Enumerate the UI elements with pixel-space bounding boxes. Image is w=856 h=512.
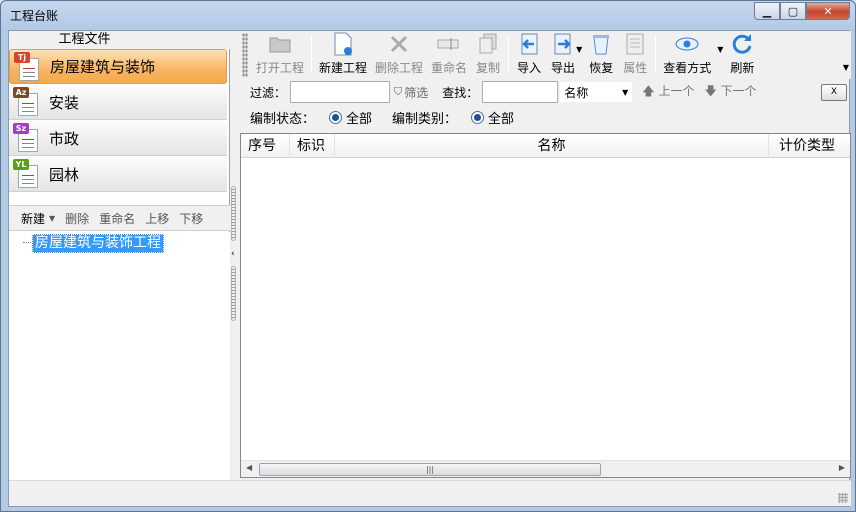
grid-header: 序号 标识 名称 计价类型 [241, 134, 850, 158]
main-window: 工程台账 ▁ ▢ ✕ 工程文件 Tj 房屋建筑与装饰 Az 安装 Sz 市政 Y… [0, 0, 856, 512]
state-label: 编制状态： [250, 111, 316, 127]
properties-button[interactable]: 属性 [618, 31, 652, 77]
refresh-button[interactable]: 刷新 [725, 31, 759, 77]
horizontal-scrollbar[interactable]: ◀ ||| ▶ [241, 460, 850, 477]
category-tj[interactable]: Tj 房屋建筑与装饰 [9, 49, 227, 84]
scroll-right-icon[interactable]: ▶ [839, 463, 845, 472]
folder-icon [267, 31, 293, 57]
properties-icon [622, 31, 648, 57]
category-sz[interactable]: Sz 市政 [9, 121, 227, 156]
minimize-button[interactable]: ▁ [754, 2, 780, 20]
panel-splitter[interactable]: ‹ [230, 186, 237, 324]
filter-label: 过滤： [250, 85, 287, 100]
tree-toolbar: 新建 ▼ 删除 重命名 上移 下移 [9, 205, 230, 231]
status-filter-bar: 编制状态： 全部 编制类别： 全部 [240, 105, 851, 129]
category-yl[interactable]: YL 园林 [9, 157, 227, 192]
toolbar-overflow-icon[interactable]: ▼ [843, 63, 849, 72]
status-bar [9, 480, 851, 506]
project-files-panel: 工程文件 Tj 房屋建筑与装饰 Az 安装 Sz 市政 YL 园林 新建 ▼ 删… [9, 31, 230, 480]
doc-sz-icon: Sz [13, 123, 41, 153]
tree-new-button[interactable]: 新建 [21, 210, 45, 227]
type-label: 编制类别： [392, 111, 458, 127]
rename-icon [436, 31, 462, 57]
project-tree[interactable]: 房屋建筑与装饰工程 [9, 232, 230, 480]
category-label: 房屋建筑与装饰 [50, 58, 156, 76]
restore-button[interactable]: 恢复 [584, 31, 618, 77]
category-label: 安装 [49, 93, 80, 112]
export-button[interactable]: 导出 [546, 31, 576, 77]
recycle-bin-icon [588, 31, 614, 57]
category-label: 园林 [49, 165, 80, 184]
title-bar[interactable]: 工程台账 ▁ ▢ ✕ [1, 1, 855, 29]
filter-button[interactable]: ⛉ 筛选 [394, 84, 428, 101]
client-area: 工程文件 Tj 房屋建筑与装饰 Az 安装 Sz 市政 YL 园林 新建 ▼ 删… [8, 30, 851, 507]
category-az[interactable]: Az 安装 [9, 85, 227, 120]
doc-yl-icon: YL [13, 159, 41, 189]
tree-move-down-button[interactable]: 下移 [179, 210, 203, 227]
clear-search-button[interactable]: X [821, 83, 847, 101]
tree-rename-button[interactable]: 重命名 [99, 210, 135, 227]
refresh-icon [729, 31, 755, 57]
maximize-button[interactable]: ▢ [780, 2, 806, 20]
main-toolbar: 打开工程 新建工程 删除工程 重命名 复制 导入 导出 ▼ 恢复 属性 查看方式… [240, 31, 851, 79]
funnel-icon: ⛉ [394, 85, 403, 98]
import-icon [516, 31, 542, 57]
chevron-down-icon: ▼ [622, 87, 629, 97]
copy-icon [475, 31, 501, 57]
tree-node-selected[interactable]: 房屋建筑与装饰工程 [32, 234, 164, 253]
find-label: 查找： [442, 85, 479, 100]
column-header-name[interactable]: 名称 [335, 134, 769, 157]
chevron-down-icon[interactable]: ▼ [49, 214, 55, 223]
new-document-icon [330, 31, 356, 57]
find-input[interactable] [482, 81, 559, 103]
delete-x-icon [386, 31, 412, 57]
import-button[interactable]: 导入 [512, 31, 546, 77]
window-title: 工程台账 [10, 9, 59, 23]
view-mode-button[interactable]: 查看方式 [659, 31, 711, 77]
open-project-button[interactable]: 打开工程 [252, 31, 308, 77]
arrow-up-icon: 🡅 [642, 83, 655, 98]
arrow-down-icon: 🡇 [704, 83, 717, 98]
rename-button[interactable]: 重命名 [427, 31, 471, 77]
tree-move-up-button[interactable]: 上移 [145, 210, 169, 227]
filter-input[interactable] [290, 81, 391, 103]
copy-button[interactable]: 复制 [471, 31, 505, 77]
column-header-index[interactable]: 序号 [241, 134, 290, 157]
column-header-mark[interactable]: 标识 [290, 134, 335, 157]
find-field-select[interactable]: 名称 ▼ [560, 82, 633, 102]
tree-delete-button[interactable]: 删除 [65, 210, 89, 227]
resize-grip-icon[interactable] [838, 493, 848, 503]
view-mode-dropdown-icon[interactable]: ▼ [717, 45, 723, 79]
filter-bar: 过滤： ⛉ 筛选 查找： 名称 ▼ 🡅 上一个 🡇 下一个 X [240, 79, 851, 105]
doc-az-icon: Az [13, 87, 41, 117]
eye-icon [674, 31, 700, 57]
new-project-button[interactable]: 新建工程 [315, 31, 371, 77]
collapse-left-icon[interactable]: ‹ [231, 249, 235, 259]
project-grid[interactable]: 序号 标识 名称 计价类型 ◀ ||| ▶ [240, 133, 851, 478]
category-label: 市政 [49, 129, 80, 148]
export-icon [550, 31, 576, 57]
doc-tj-icon: Tj [14, 51, 42, 82]
scroll-thumb[interactable]: ||| [259, 463, 601, 476]
panel-title: 工程文件 [9, 31, 230, 49]
project-list-panel: 打开工程 新建工程 删除工程 重命名 复制 导入 导出 ▼ 恢复 属性 查看方式… [240, 31, 851, 480]
find-prev-button[interactable]: 🡅 上一个 [642, 82, 694, 103]
close-button[interactable]: ✕ [806, 2, 850, 20]
export-dropdown-icon[interactable]: ▼ [576, 45, 582, 79]
state-all-radio[interactable]: 全部 [329, 108, 372, 127]
column-header-pricing-type[interactable]: 计价类型 [769, 134, 850, 157]
delete-project-button[interactable]: 删除工程 [371, 31, 427, 77]
scroll-left-icon[interactable]: ◀ [246, 463, 252, 472]
type-all-radio[interactable]: 全部 [471, 108, 514, 127]
find-next-button[interactable]: 🡇 下一个 [704, 82, 756, 103]
